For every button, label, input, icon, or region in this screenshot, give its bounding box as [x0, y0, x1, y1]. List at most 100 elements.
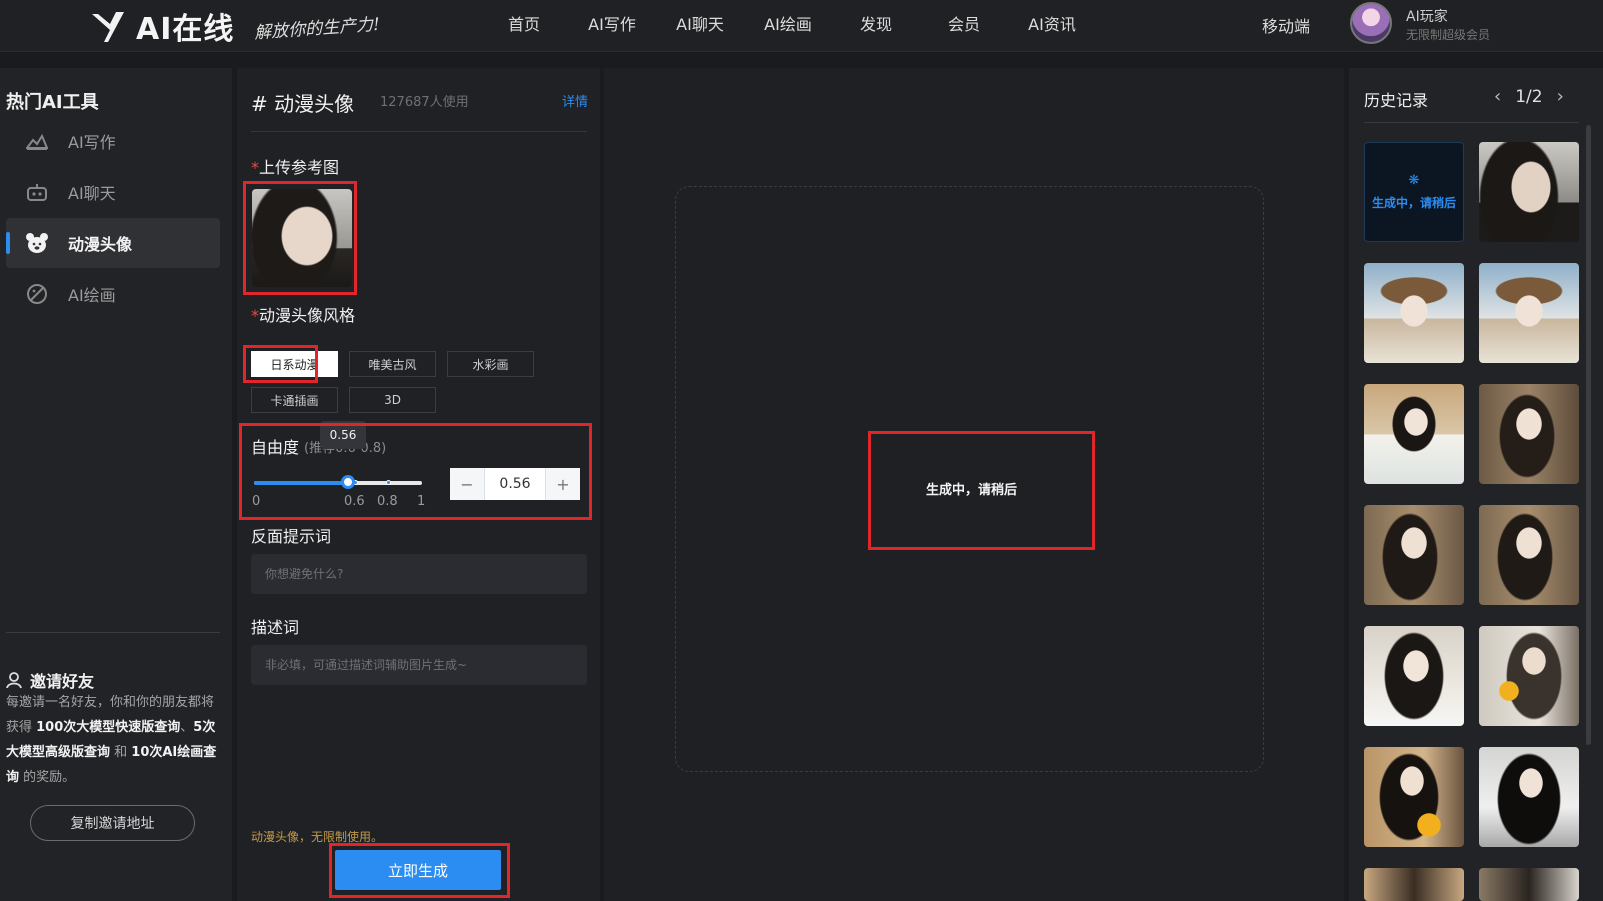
- invite-text: 、: [180, 720, 194, 735]
- paint-icon: [24, 281, 50, 307]
- main-nav: 首页 AI写作 AI聊天 AI绘画 发现 会员 AI资讯: [480, 0, 1096, 46]
- user-name[interactable]: AI玩家: [1406, 6, 1448, 26]
- invite-text: 和: [110, 745, 132, 760]
- copy-invite-link-button[interactable]: 复制邀请地址: [30, 805, 195, 841]
- history-thumb[interactable]: [1364, 505, 1464, 605]
- slider-tick: 0.6: [344, 494, 365, 509]
- nav-ai-writing[interactable]: AI写作: [568, 11, 656, 35]
- user-icon: [6, 672, 22, 689]
- upload-label-text: 上传参考图: [259, 158, 340, 177]
- top-navbar: AI在线 解放你的生产力! 首页 AI写作 AI聊天 AI绘画 发现 会员 AI…: [0, 0, 1603, 52]
- logo-wing-icon: [92, 12, 124, 42]
- freedom-slider[interactable]: [254, 475, 422, 489]
- invite-reward: 100次大模型快速版查询: [36, 720, 181, 735]
- history-thumb[interactable]: [1479, 384, 1579, 484]
- description-label: 描述词: [251, 618, 300, 637]
- writing-icon: [24, 128, 50, 154]
- freedom-stepper: − 0.56 +: [450, 468, 580, 500]
- sidebar-item-label: AI绘画: [68, 286, 116, 305]
- robot-icon: [24, 179, 50, 205]
- pending-text: 生成中，请稍后: [1371, 196, 1456, 210]
- slider-tick: 0.8: [377, 494, 398, 509]
- sidebar-item-anime-avatar[interactable]: 动漫头像: [6, 218, 220, 268]
- history-thumb[interactable]: [1364, 868, 1464, 901]
- negative-prompt-input[interactable]: [251, 554, 587, 594]
- sidebar-item-label: AI写作: [68, 133, 116, 152]
- required-mark: *: [251, 158, 259, 177]
- style-option-watercolor[interactable]: 水彩画: [447, 351, 534, 377]
- sidebar-item-label: AI聊天: [68, 184, 116, 203]
- history-thumb[interactable]: [1364, 263, 1464, 363]
- detail-link[interactable]: 详情: [562, 91, 588, 110]
- loading-icon: ❋: [1408, 173, 1420, 188]
- history-thumb[interactable]: [1364, 747, 1464, 847]
- invite-title: 邀请好友: [6, 668, 94, 692]
- invite-title-text: 邀请好友: [30, 672, 95, 691]
- invite-description: 每邀请一名好友，你和你的朋友都将获得 100次大模型快速版查询、5次大模型高级版…: [6, 690, 224, 790]
- nav-ai-painting[interactable]: AI绘画: [744, 11, 832, 35]
- title-divider: [251, 131, 587, 132]
- slider-tick: 0: [252, 494, 261, 509]
- nav-ai-news[interactable]: AI资讯: [1008, 11, 1096, 35]
- style-option-ancient-style[interactable]: 唯美古风: [349, 351, 436, 377]
- sidebar-title: 热门AI工具: [6, 92, 99, 113]
- history-scrollbar[interactable]: [1586, 125, 1591, 745]
- history-thumb[interactable]: [1479, 626, 1579, 726]
- style-option-cartoon[interactable]: 卡通插画: [251, 387, 338, 413]
- generate-button[interactable]: 立即生成: [335, 850, 501, 890]
- slider-mark-0-8: [386, 480, 391, 485]
- prev-page-icon[interactable]: ‹: [1494, 86, 1501, 107]
- history-thumb[interactable]: [1479, 263, 1579, 363]
- negative-prompt-label: 反面提示词: [251, 527, 332, 546]
- site-logo[interactable]: AI在线 解放你的生产力!: [90, 4, 381, 48]
- freedom-label: 自由度: [251, 438, 300, 457]
- style-label: *动漫头像风格: [251, 302, 355, 326]
- nav-membership[interactable]: 会员: [920, 11, 1008, 35]
- sidebar-item-ai-painting[interactable]: AI绘画: [6, 269, 220, 319]
- slider-fill: [254, 481, 349, 485]
- user-level: 无限制超级会员: [1406, 28, 1491, 42]
- history-thumb[interactable]: [1479, 868, 1579, 901]
- style-label-text: 动漫头像风格: [259, 306, 356, 325]
- next-page-icon[interactable]: ›: [1557, 86, 1564, 107]
- sidebar-divider: [6, 632, 220, 633]
- nav-discover[interactable]: 发现: [832, 11, 920, 35]
- user-avatar[interactable]: [1350, 2, 1392, 44]
- tools-sidebar: 热门AI工具 AI写作 AI聊天 动漫头像 AI绘画 邀请好友 每邀请一名好友，…: [0, 68, 232, 901]
- usage-count: 127687人使用: [380, 95, 469, 110]
- logo-text: AI在线: [136, 12, 235, 47]
- slider-thumb[interactable]: [341, 475, 356, 489]
- reference-image[interactable]: [252, 189, 352, 287]
- slider-tick: 1: [417, 494, 426, 509]
- style-option-japanese-anime[interactable]: 日系动漫: [251, 351, 338, 377]
- history-thumb[interactable]: [1479, 747, 1579, 847]
- history-title: 历史记录: [1364, 91, 1429, 110]
- description-input[interactable]: [251, 645, 587, 685]
- history-thumb[interactable]: [1479, 142, 1579, 242]
- invite-text: 的奖励。: [19, 770, 76, 785]
- upload-label: *上传参考图: [251, 154, 339, 178]
- history-thumb[interactable]: [1364, 626, 1464, 726]
- nav-mobile[interactable]: 移动端: [1262, 13, 1310, 37]
- usage-note: 动漫头像，无限制使用。: [251, 830, 384, 844]
- sidebar-item-ai-writing[interactable]: AI写作: [6, 116, 220, 166]
- sidebar-item-ai-chat[interactable]: AI聊天: [6, 167, 220, 217]
- sidebar-item-label: 动漫头像: [68, 235, 133, 254]
- increment-button[interactable]: +: [546, 468, 580, 500]
- nav-home[interactable]: 首页: [480, 11, 568, 35]
- required-mark: *: [251, 306, 259, 325]
- history-pager: ‹ 1/2 ›: [1494, 86, 1564, 107]
- history-thumb[interactable]: [1364, 384, 1464, 484]
- generating-status: 生成中，请稍后: [926, 483, 1018, 498]
- history-thumb-pending[interactable]: ❋ 生成中，请稍后: [1364, 142, 1464, 242]
- history-divider: [1364, 122, 1579, 123]
- freedom-value[interactable]: 0.56: [484, 468, 546, 500]
- decrement-button[interactable]: −: [450, 468, 484, 500]
- bear-icon: [24, 230, 50, 256]
- logo-slogan: 解放你的生产力!: [254, 14, 381, 43]
- page-title: # 动漫头像: [251, 92, 355, 116]
- style-option-3d[interactable]: 3D: [349, 387, 436, 413]
- history-thumb[interactable]: [1479, 505, 1579, 605]
- nav-ai-chat[interactable]: AI聊天: [656, 11, 744, 35]
- page-indicator: 1/2: [1515, 86, 1543, 107]
